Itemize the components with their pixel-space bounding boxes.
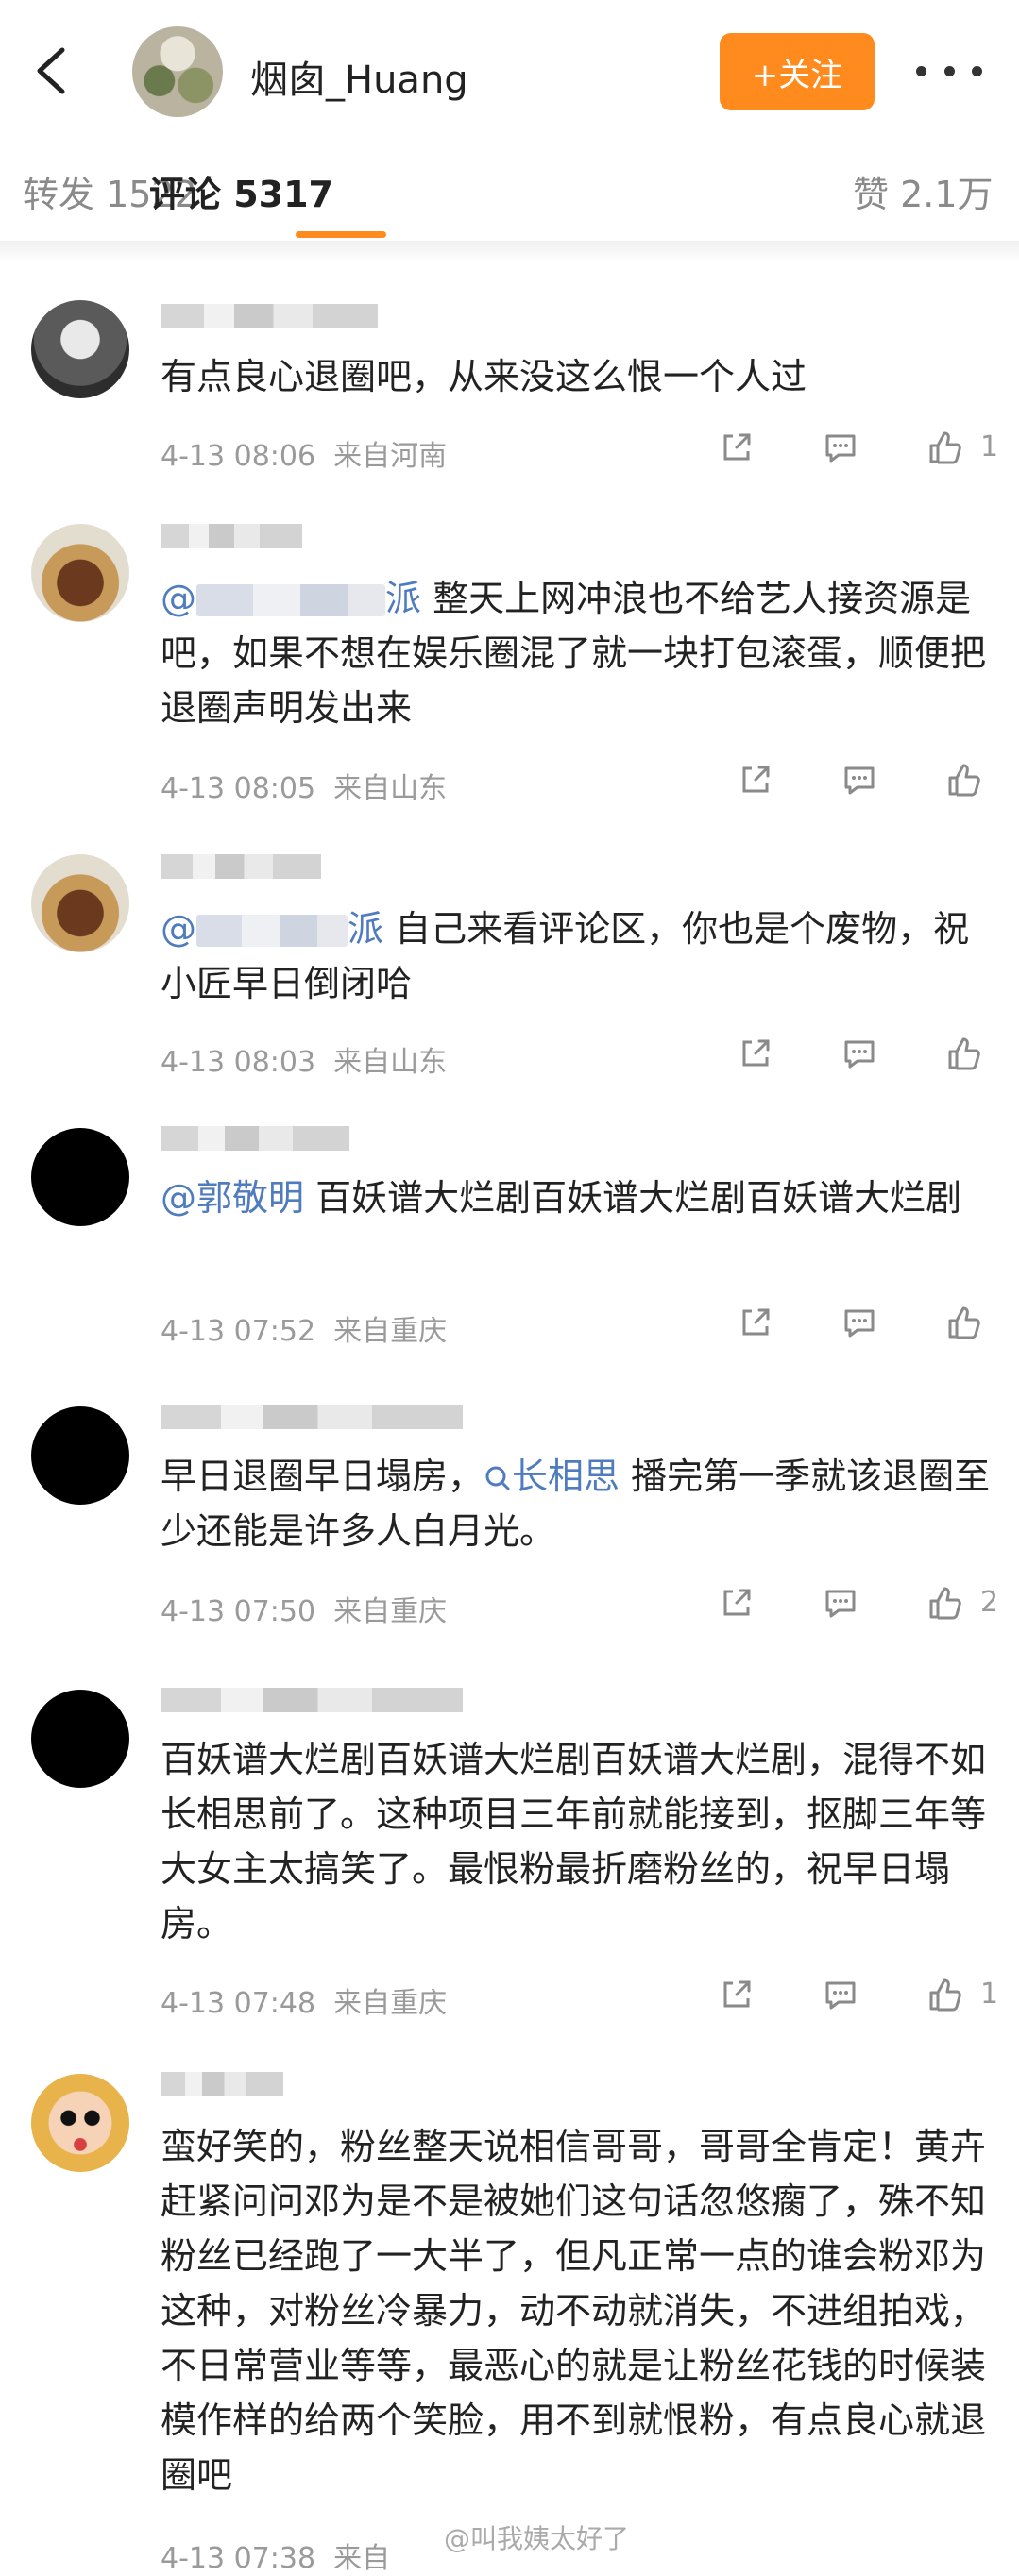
mention-link[interactable]: @ 派 <box>161 908 383 950</box>
like-icon[interactable] <box>926 429 963 466</box>
reply-icon[interactable] <box>841 1035 878 1072</box>
comment-actions <box>737 1304 1019 1351</box>
tab-bar: 转发 1522 评论 5317 赞 2.1万 <box>0 142 1019 245</box>
comment-time: 4-13 07:50 <box>161 1595 316 1628</box>
comment-time: 4-13 08:06 <box>161 440 316 473</box>
comment-text: @ 派 整天上网冲浪也不给艺人接资源是吧，如果不想在娱乐圈混了就一块打包滚蛋，顺便… <box>161 578 987 729</box>
comment-location: 来自山东 <box>333 772 448 805</box>
commenter-avatar[interactable] <box>31 854 129 952</box>
comment-text: @郭敬明 百妖谱大烂剧百妖谱大烂剧百妖谱大烂剧 <box>161 1177 962 1219</box>
user-name[interactable]: 烟囱_Huang <box>250 49 468 104</box>
comment-meta: 4-13 08:05 来自山东 <box>161 765 447 806</box>
like-icon[interactable] <box>926 1584 963 1622</box>
share-icon[interactable] <box>718 429 756 466</box>
mention-link[interactable]: @郭敬明 <box>161 1177 304 1219</box>
comment-time: 4-13 07:48 <box>161 1987 316 2020</box>
comment-location: 来自重庆 <box>333 1315 448 1348</box>
comment-actions: 2 <box>718 1584 1001 1631</box>
share-icon[interactable] <box>718 1584 756 1622</box>
comment-location: 来自山东 <box>333 1046 448 1079</box>
comment-text: 百妖谱大烂剧百妖谱大烂剧百妖谱大烂剧，混得不如长相思前了。这种项目三年前就能接到… <box>161 1739 987 1945</box>
comment-location: 来自 <box>333 2542 391 2575</box>
reply-icon[interactable] <box>841 1304 878 1341</box>
more-options-icon[interactable] <box>916 52 982 90</box>
like-icon[interactable] <box>944 1035 982 1072</box>
commenter-name-blurred[interactable] <box>161 1126 349 1151</box>
user-avatar[interactable] <box>132 26 223 117</box>
comment-text: @ 派 自己来看评论区，你也是个废物，祝小匠早日倒闭哈 <box>161 908 970 1004</box>
reply-icon[interactable] <box>822 1584 859 1622</box>
follow-button[interactable]: +关注 <box>720 33 875 110</box>
topic-link[interactable]: 长相思 <box>484 1456 620 1497</box>
tab-comments[interactable]: 评论 5317 <box>149 165 333 217</box>
comment-time: 4-13 08:03 <box>161 1046 316 1079</box>
commenter-avatar[interactable] <box>31 2074 129 2172</box>
comment-meta: 4-13 07:38 来自 <box>161 2534 390 2576</box>
mention-link[interactable]: @ 派 <box>161 578 421 619</box>
comment-text: 早日退圈早日塌房， 长相思 播完第一季就该退圈至少还能是许多人白月光。 <box>161 1456 991 1552</box>
like-icon[interactable] <box>926 1976 963 2013</box>
commenter-avatar[interactable] <box>31 1690 129 1788</box>
share-icon[interactable] <box>718 1976 756 2013</box>
like-count: 2 <box>980 1586 999 1619</box>
commenter-name-blurred[interactable] <box>161 524 302 548</box>
commenter-name-blurred[interactable] <box>161 854 321 879</box>
share-icon[interactable] <box>737 1035 774 1072</box>
commenter-name-blurred[interactable] <box>161 1688 463 1712</box>
tab-likes[interactable]: 赞 2.1万 <box>853 165 994 217</box>
back-arrow-icon[interactable] <box>28 42 76 99</box>
share-icon[interactable] <box>737 1304 774 1341</box>
comment-meta: 4-13 08:06 来自河南 <box>161 432 447 474</box>
comment-meta: 4-13 08:03 来自山东 <box>161 1038 447 1080</box>
comment-time: 4-13 08:05 <box>161 772 316 805</box>
comment-text: 蛮好笑的，粉丝整天说相信哥哥，哥哥全肯定！黄卉赶紧问问邓为是不是被她们这句话忽悠… <box>161 2126 987 2496</box>
search-icon <box>485 1466 510 1490</box>
like-icon[interactable] <box>944 1304 982 1341</box>
like-count: 1 <box>980 430 999 463</box>
commenter-avatar[interactable] <box>31 1128 129 1226</box>
watermark: @叫我姨太好了 <box>444 2523 630 2554</box>
top-bar: 烟囱_Huang +关注 <box>0 0 1019 142</box>
comment-text: 有点良心退圈吧，从来没这么恨一个人过 <box>161 356 807 397</box>
comment-time: 4-13 07:52 <box>161 1315 316 1348</box>
active-tab-indicator <box>296 231 386 238</box>
reply-icon[interactable] <box>822 429 859 466</box>
comment-meta: 4-13 07:48 来自重庆 <box>161 1979 447 2021</box>
comment-location: 来自重庆 <box>333 1987 448 2020</box>
commenter-name-blurred[interactable] <box>161 2072 283 2096</box>
comment-actions <box>737 1035 1019 1082</box>
commenter-name-blurred[interactable] <box>161 1405 463 1429</box>
commenter-avatar[interactable] <box>31 300 129 398</box>
commenter-avatar[interactable] <box>31 1406 129 1505</box>
reply-icon[interactable] <box>822 1976 859 2013</box>
commenter-avatar[interactable] <box>31 524 129 622</box>
comment-time: 4-13 07:38 <box>161 2542 316 2575</box>
like-count: 1 <box>980 1978 999 2011</box>
comment-location: 来自重庆 <box>333 1595 448 1628</box>
tab-divider <box>0 241 1019 263</box>
comment-actions: 1 <box>718 429 1001 476</box>
comment-meta: 4-13 07:52 来自重庆 <box>161 1307 447 1349</box>
comment-location: 来自河南 <box>333 440 448 473</box>
share-icon[interactable] <box>737 761 774 799</box>
comment-actions: 1 <box>718 1976 1001 2023</box>
comment-actions <box>737 761 1019 808</box>
reply-icon[interactable] <box>841 761 878 799</box>
commenter-name-blurred[interactable] <box>161 304 378 328</box>
comment-meta: 4-13 07:50 来自重庆 <box>161 1588 447 1629</box>
like-icon[interactable] <box>944 761 982 799</box>
